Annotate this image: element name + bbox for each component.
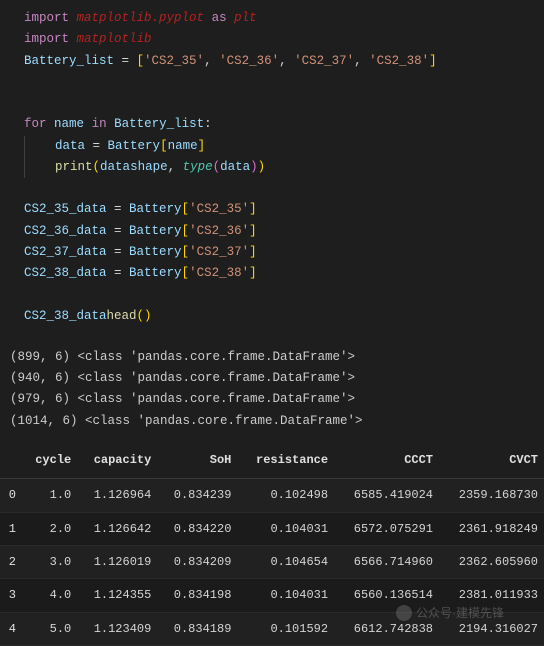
output-line: (1014, 6) <class 'pandas.core.frame.Data… <box>10 411 544 432</box>
code-line: CS2_38_data = Battery['CS2_38'] <box>0 263 544 284</box>
code-cell[interactable]: import matplotlib.pyplot as plt import m… <box>0 0 544 339</box>
code-line: import matplotlib <box>0 29 544 50</box>
code-line: Battery_list = ['CS2_35', 'CS2_36', 'CS2… <box>0 51 544 72</box>
watermark: 公众号·建模先锋 <box>396 603 504 623</box>
table-header-row: cycle capacity SoH resistance CCCT CVCT <box>0 442 544 479</box>
code-line: for name in Battery_list: <box>0 114 544 135</box>
table-header: CCCT <box>334 442 439 479</box>
output-text: (899, 6) <class 'pandas.core.frame.DataF… <box>0 339 544 442</box>
code-line: CS2_35_data = Battery['CS2_35'] <box>0 199 544 220</box>
output-line: (979, 6) <class 'pandas.core.frame.DataF… <box>10 389 544 410</box>
table-row: 01.01.1269640.8342390.1024986585.4190242… <box>0 479 544 512</box>
output-line: (899, 6) <class 'pandas.core.frame.DataF… <box>10 347 544 368</box>
table-row: 23.01.1260190.8342090.1046546566.7149602… <box>0 545 544 578</box>
table-header: cycle <box>22 442 77 479</box>
table-header: resistance <box>237 442 334 479</box>
code-line: CS2_36_data = Battery['CS2_36'] <box>0 221 544 242</box>
table-header: capacity <box>77 442 157 479</box>
table-header: SoH <box>157 442 237 479</box>
watermark-text: 公众号·建模先锋 <box>416 603 504 623</box>
output-line: (940, 6) <class 'pandas.core.frame.DataF… <box>10 368 544 389</box>
code-line: import matplotlib.pyplot as plt <box>0 8 544 29</box>
code-line: CS2_37_data = Battery['CS2_37'] <box>0 242 544 263</box>
table-header <box>0 442 22 479</box>
code-line: data = Battery[name] <box>0 136 544 157</box>
code-line: CS2_38_datahead() <box>0 306 544 327</box>
code-line: print(datashape, type(data)) <box>0 157 544 178</box>
watermark-icon <box>396 605 412 621</box>
table-row: 12.01.1266420.8342200.1040316572.0752912… <box>0 512 544 545</box>
table-header: CVCT <box>439 442 544 479</box>
